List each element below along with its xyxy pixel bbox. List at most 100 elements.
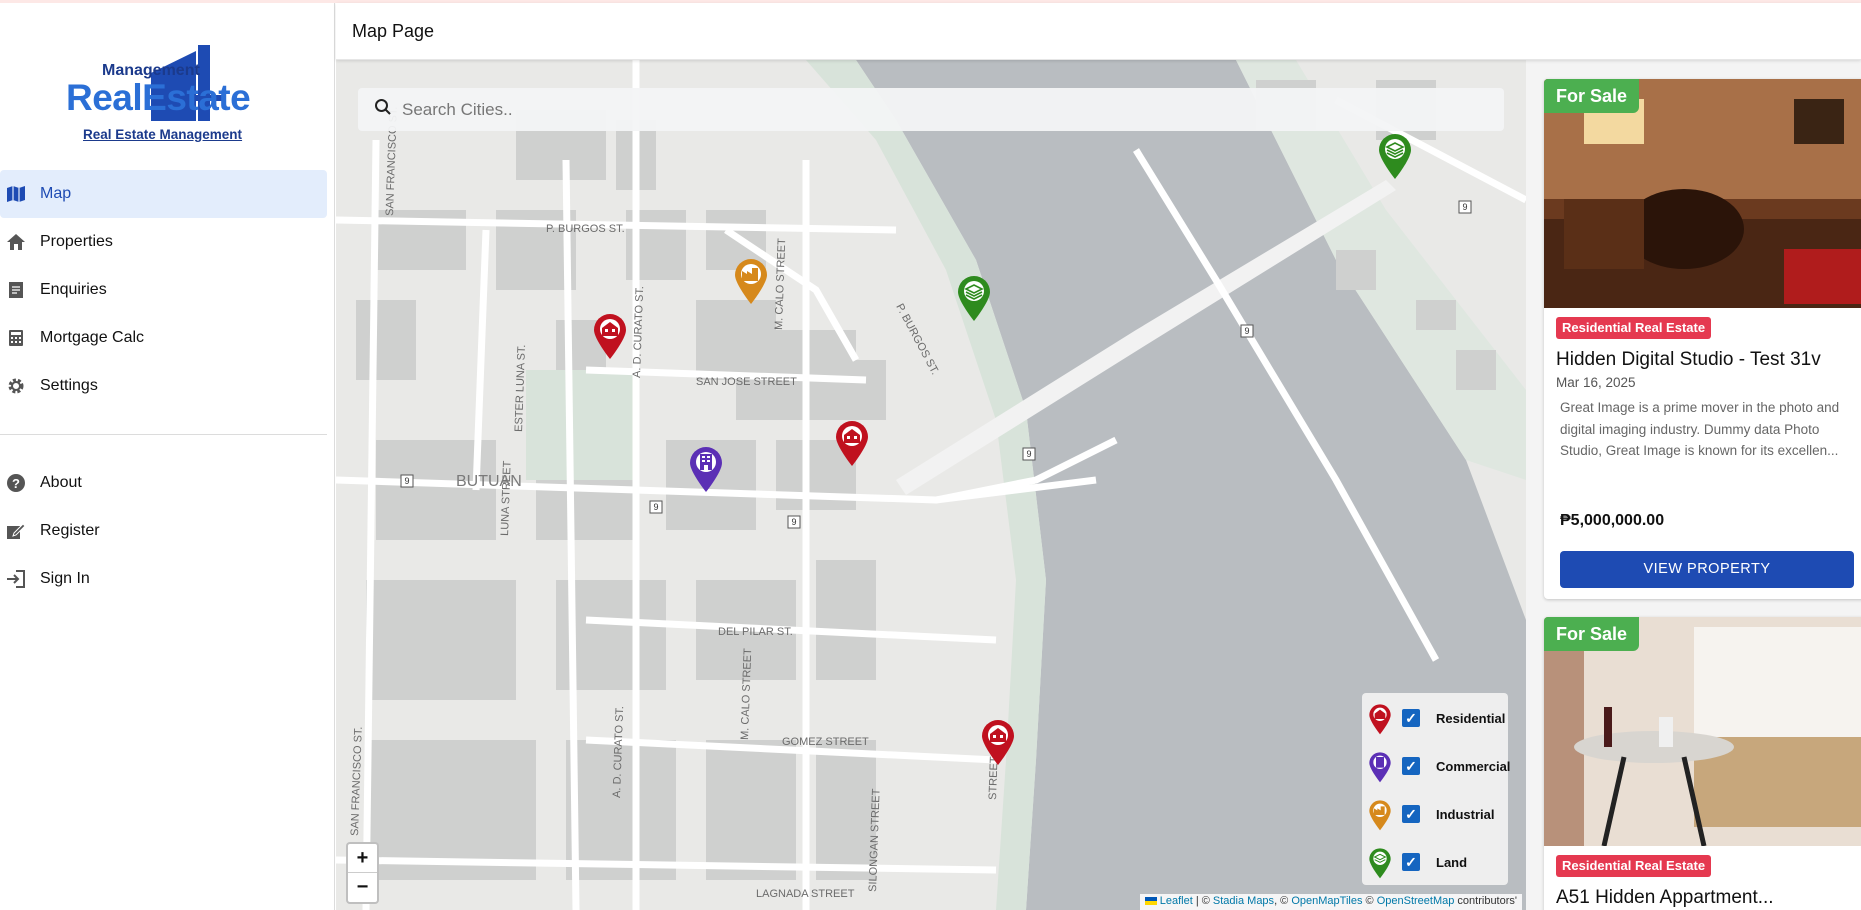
industrial-marker-icon	[1369, 800, 1391, 831]
search-input[interactable]	[402, 99, 1482, 120]
sidebar-item-sign-in[interactable]: Sign In	[0, 555, 335, 603]
map-view[interactable]: P. BURGOS ST. SAN JOSE STREET ESTER LUNA…	[336, 60, 1526, 910]
svg-text:9: 9	[1244, 326, 1249, 336]
street-label: P. BURGOS ST.	[893, 302, 941, 377]
sidebar-item-mortgage-calc[interactable]: Mortgage Calc	[0, 314, 335, 362]
view-property-button[interactable]: VIEW PROPERTY	[1560, 551, 1854, 588]
industrial-marker[interactable]	[733, 257, 769, 305]
city-label: BUTUAN	[456, 473, 522, 490]
sidebar-item-label: Enquiries	[40, 281, 107, 298]
street-label: SAN JOSE STREET	[696, 376, 797, 388]
map-legend: ✓ Residential ✓ Commercial ✓ Industrial …	[1362, 693, 1511, 885]
sidebar-item-label: Settings	[40, 377, 98, 394]
sidebar-item-properties[interactable]: Properties	[0, 218, 335, 266]
residential-marker[interactable]	[834, 419, 870, 467]
ukraine-flag-icon	[1144, 897, 1157, 906]
route-shield: 9	[787, 515, 801, 529]
sidebar-item-enquiries[interactable]: Enquiries	[0, 266, 335, 314]
page-header: Map Page	[336, 3, 1861, 60]
property-list: For Sale Residential Real Estate Hidden …	[1526, 60, 1861, 910]
residential-marker[interactable]	[980, 718, 1016, 766]
residential-marker-icon	[1369, 704, 1391, 735]
svg-text:9: 9	[791, 517, 796, 527]
street-label: GOMEZ STREET	[782, 736, 869, 748]
commercial-marker-icon	[1369, 752, 1391, 783]
sidebar-item-register[interactable]: Register	[0, 507, 335, 555]
residential-marker[interactable]	[592, 312, 628, 360]
route-shield: 9	[1240, 324, 1254, 338]
legend-label: Residential	[1436, 711, 1506, 726]
sidebar-item-label: Sign In	[40, 570, 90, 587]
gear-icon	[5, 376, 27, 396]
zoom-control: + −	[346, 842, 379, 904]
property-title[interactable]: A51 Hidden Appartment...	[1556, 887, 1774, 909]
land-checkbox[interactable]: ✓	[1402, 853, 1420, 871]
route-shield: 9	[649, 500, 663, 514]
sidebar-item-label: Map	[40, 185, 72, 202]
app-logo[interactable]: Management RealEstate Real Estate Manage…	[66, 43, 266, 142]
category-badge: Residential Real Estate	[1556, 317, 1712, 339]
home-icon	[5, 232, 27, 252]
for-sale-badge: For Sale	[1544, 617, 1640, 651]
map-icon	[5, 184, 27, 204]
openstreetmap-link[interactable]: OpenStreetMap	[1377, 895, 1455, 907]
sidebar-item-settings[interactable]: Settings	[0, 362, 335, 410]
land-marker[interactable]	[1377, 132, 1413, 180]
legend-item-commercial: ✓ Commercial	[1362, 751, 1511, 785]
property-card[interactable]: For Sale Residential Real Estate Hidden …	[1544, 79, 1861, 599]
property-card[interactable]: For Sale Residential Real Estate A51 Hid…	[1544, 617, 1861, 910]
leaflet-link[interactable]: Leaflet	[1160, 895, 1193, 907]
sidebar: Management RealEstate Real Estate Manage…	[0, 3, 335, 910]
logo-realestate-text: RealEstate	[66, 77, 251, 118]
map-attribution: Leaflet | © Stadia Maps, © OpenMapTiles …	[1139, 894, 1522, 910]
help-icon: ?	[5, 473, 27, 493]
openmaptiles-link[interactable]: OpenMapTiles	[1291, 895, 1362, 907]
sidebar-item-label: About	[40, 474, 82, 491]
sidebar-item-label: Register	[40, 522, 100, 539]
street-label: LAGNADA STREET	[756, 888, 855, 900]
search-icon	[374, 98, 392, 121]
street-label: ESTER LUNA ST.	[513, 344, 528, 432]
category-badge: Residential Real Estate	[1556, 855, 1712, 877]
street-label: P. BURGOS ST.	[546, 223, 625, 235]
map-tiles: P. BURGOS ST. SAN JOSE STREET ESTER LUNA…	[336, 60, 1526, 910]
calculator-icon	[5, 328, 27, 348]
city-search-bar[interactable]	[358, 88, 1504, 131]
logo-tagline-link[interactable]: Real Estate Management	[83, 127, 242, 142]
sidebar-item-about[interactable]: ? About	[0, 459, 335, 507]
zoom-out-button[interactable]: −	[348, 873, 377, 902]
zoom-in-button[interactable]: +	[348, 844, 377, 873]
street-label: SAN FRANCISCO ST.	[349, 726, 365, 836]
land-marker[interactable]	[956, 274, 992, 322]
property-title[interactable]: Hidden Digital Studio - Test 31v	[1556, 349, 1821, 371]
street-label: SILONGAN STREET	[867, 788, 883, 892]
street-label: M. CALO STREET	[739, 648, 754, 740]
sidebar-divider	[0, 434, 327, 435]
street-label: LUNA STREET	[499, 460, 514, 536]
legend-item-land: ✓ Land	[1362, 847, 1508, 881]
for-sale-badge: For Sale	[1544, 79, 1640, 113]
legend-label: Industrial	[1436, 807, 1495, 822]
property-price: ₱5,000,000.00	[1560, 512, 1665, 529]
industrial-checkbox[interactable]: ✓	[1402, 805, 1420, 823]
route-shield: 9	[400, 474, 414, 488]
legend-label: Land	[1436, 855, 1468, 870]
sidebar-item-label: Mortgage Calc	[40, 329, 145, 346]
legend-label: Commercial	[1436, 759, 1511, 774]
svg-text:9: 9	[1026, 449, 1031, 459]
commercial-marker[interactable]	[688, 445, 724, 493]
page-title: Map Page	[352, 21, 435, 41]
residential-checkbox[interactable]: ✓	[1402, 709, 1420, 727]
stadia-link[interactable]: Stadia Maps	[1213, 895, 1274, 907]
street-label: M. CALO STREET	[773, 238, 788, 330]
street-label: DEL PILAR ST.	[718, 626, 793, 638]
street-label: A. D. CURATO ST.	[631, 286, 646, 378]
svg-text:9: 9	[1462, 202, 1467, 212]
route-shield: 9	[1458, 200, 1472, 214]
legend-item-residential: ✓ Residential	[1362, 703, 1508, 737]
sidebar-item-map[interactable]: Map	[0, 170, 327, 218]
property-date: Mar 16, 2025	[1556, 375, 1636, 390]
property-photo	[1544, 79, 1861, 308]
login-icon	[5, 569, 27, 589]
commercial-checkbox[interactable]: ✓	[1402, 757, 1420, 775]
